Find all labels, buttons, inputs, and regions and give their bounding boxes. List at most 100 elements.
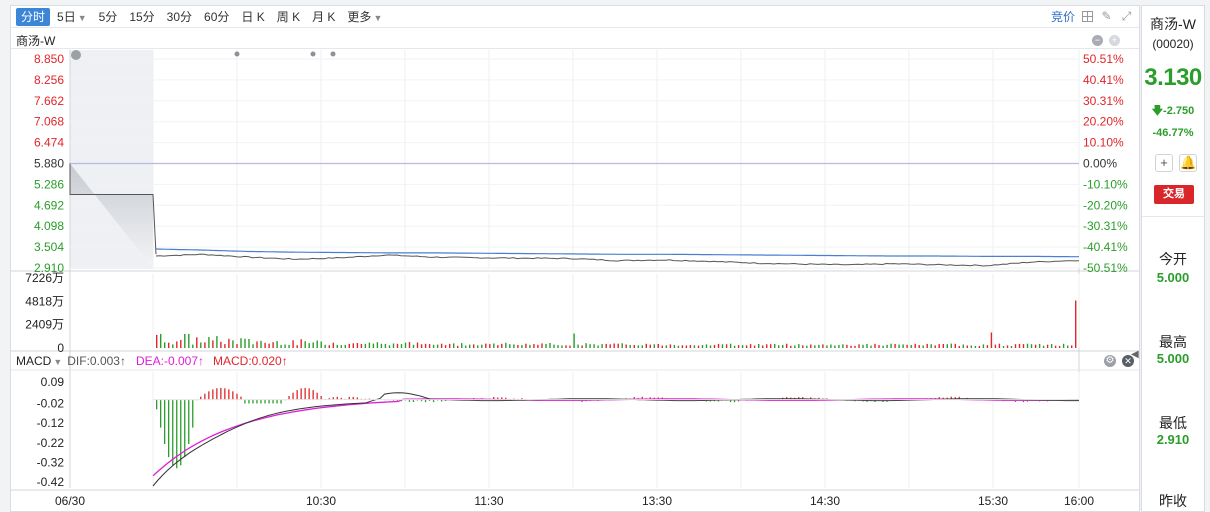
tab-5min[interactable]: 5分 — [94, 8, 123, 26]
volume-bar — [489, 344, 491, 348]
volume-bar — [320, 341, 322, 348]
volume-bar — [368, 342, 371, 348]
volume-bar — [625, 344, 627, 348]
volume-bar — [637, 345, 639, 348]
volume-bar — [705, 344, 708, 348]
add-watchlist-button[interactable]: + — [1155, 154, 1173, 172]
volume-bar — [196, 337, 198, 348]
volume-bar — [934, 345, 936, 348]
tab-30min[interactable]: 30分 — [162, 8, 197, 26]
macd-tick-label: 0.09 — [41, 375, 65, 389]
volume-bar — [653, 344, 655, 348]
trade-button[interactable]: 交易 — [1154, 185, 1194, 204]
volume-bar — [180, 339, 182, 348]
price-tick-label: 8.850 — [34, 52, 64, 66]
macd-histogram-bar — [160, 399, 162, 428]
side-stock-code: (00020) — [1152, 37, 1194, 51]
volume-bar — [834, 345, 836, 348]
plus-circle-icon[interactable]: + — [1109, 35, 1120, 46]
volume-bar — [681, 345, 684, 348]
pct-tick-label: 50.51% — [1083, 52, 1124, 66]
tab-daily-k[interactable]: 日 K — [236, 8, 269, 26]
volume-bar — [553, 344, 555, 348]
tab-intraday[interactable]: 分时 — [16, 7, 51, 26]
chart-canvas: 8.850 50.51% 8.256 40.41% 7.662 30.31% 7.068 20… — [11, 50, 1139, 508]
gear-icon[interactable]: ⚙ — [1104, 355, 1116, 367]
volume-bar — [902, 344, 904, 348]
macd-indicator-select[interactable]: MACD ▼ — [16, 354, 62, 368]
volume-bar — [810, 344, 812, 348]
pct-tick-label: -40.41% — [1083, 240, 1128, 254]
chevron-down-icon: ▼ — [53, 357, 63, 367]
arrow-down-icon: 🡇 — [1151, 105, 1164, 117]
volume-bar — [284, 344, 286, 348]
volume-bar — [541, 343, 543, 348]
volume-bar — [485, 343, 487, 348]
volume-bar — [970, 345, 972, 348]
volume-bar — [601, 344, 603, 348]
macd-histogram-bar — [320, 396, 322, 400]
time-tick-label: 14:30 — [810, 494, 840, 508]
volume-bar — [577, 344, 579, 348]
volume-bar — [176, 341, 178, 348]
volume-bar — [741, 345, 744, 348]
volume-bar — [224, 344, 226, 348]
volume-bar — [878, 345, 880, 348]
volume-bar — [665, 345, 668, 348]
volume-bar — [308, 343, 310, 348]
volume-bar — [1062, 343, 1065, 348]
chart-stock-name: 商汤-W — [16, 34, 56, 48]
tab-60min[interactable]: 60分 — [199, 8, 234, 26]
chevron-down-icon: ▼ — [373, 12, 383, 23]
volume-bar — [192, 344, 194, 348]
volume-bar — [228, 338, 230, 348]
volume-bar — [461, 343, 463, 348]
volume-bar — [806, 345, 808, 348]
stat-open-value: 5.000 — [1156, 270, 1190, 285]
tab-5day[interactable]: 5日 ▼ — [52, 8, 92, 26]
macd-dif-value: DIF:0.003↑ — [67, 354, 126, 368]
volume-bar — [240, 338, 242, 348]
average-price-line — [155, 248, 1079, 258]
grid-icon[interactable] — [1082, 11, 1093, 22]
volume-bar — [649, 344, 651, 348]
volume-bar — [609, 344, 611, 348]
price-alert-button[interactable]: 🔔 — [1179, 154, 1197, 172]
tab-15min[interactable]: 15分 — [124, 8, 159, 26]
volume-bar — [348, 343, 350, 348]
volume-bar — [280, 344, 282, 348]
volume-bar — [926, 343, 928, 348]
volume-bar — [332, 342, 334, 348]
macd-histogram-bar — [212, 389, 214, 400]
price-change-value: -2.750 — [1163, 105, 1195, 117]
volume-bar — [557, 345, 559, 348]
bid-price-toggle[interactable]: 竞价 — [1051, 8, 1075, 25]
volume-bar — [537, 344, 539, 348]
volume-bar — [465, 345, 467, 348]
tab-more-label: 更多 — [347, 9, 372, 24]
pen-icon[interactable]: ✎ — [1100, 10, 1113, 23]
tab-weekly-k[interactable]: 周 K — [272, 8, 305, 26]
volume-bar — [188, 333, 190, 348]
fullscreen-icon[interactable]: ⤢ — [1120, 10, 1133, 23]
volume-bar — [232, 340, 234, 348]
volume-bar — [685, 345, 688, 348]
volume-bar — [316, 340, 318, 348]
volume-bar — [617, 343, 619, 348]
volume-bar — [669, 344, 672, 348]
volume-bar — [160, 333, 162, 348]
volume-bar — [244, 338, 246, 348]
volume-bar — [1034, 344, 1037, 348]
arrow-left-icon[interactable]: ◀ — [1131, 349, 1139, 360]
event-dot — [234, 51, 240, 57]
tab-monthly-k[interactable]: 月 K — [307, 8, 340, 26]
time-tick-label: 13:30 — [642, 494, 672, 508]
macd-tick-label: -0.42 — [37, 475, 65, 489]
volume-bar — [749, 344, 752, 348]
time-tick-label: 10:30 — [306, 494, 336, 508]
volume-bar — [292, 340, 294, 348]
volume-bar — [717, 343, 720, 348]
minus-circle-icon[interactable]: − — [1092, 35, 1103, 46]
tab-more[interactable]: 更多 ▼ — [342, 8, 387, 26]
stat-open-label: 今开 — [1159, 251, 1187, 267]
